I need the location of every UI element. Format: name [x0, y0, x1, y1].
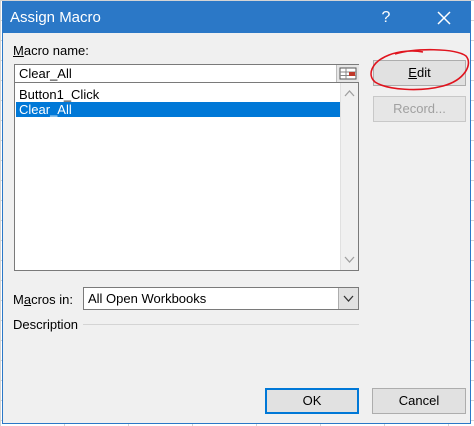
macros-in-label-accel: a	[23, 292, 32, 307]
list-item-selected[interactable]: Clear_All	[16, 102, 340, 117]
edit-button-rest: dit	[416, 65, 431, 80]
assign-macro-dialog: Assign Macro ? Macro name: Button1_Click…	[2, 1, 471, 424]
close-icon	[437, 11, 451, 25]
cancel-button[interactable]: Cancel	[372, 388, 466, 414]
macros-in-select[interactable]: All Open Workbooks	[83, 287, 359, 310]
title-bar[interactable]: Assign Macro ?	[3, 2, 470, 33]
close-button[interactable]	[433, 6, 455, 30]
scroll-down-arrow-icon[interactable]	[341, 251, 358, 268]
help-button[interactable]: ?	[375, 7, 397, 29]
scroll-up-arrow-icon[interactable]	[341, 85, 358, 102]
description-label: Description	[13, 317, 79, 332]
description-divider	[83, 324, 359, 325]
macros-in-value: All Open Workbooks	[88, 291, 207, 306]
macro-name-label-accel: M	[13, 43, 24, 58]
range-picker-icon	[339, 67, 357, 80]
list-scrollbar[interactable]	[340, 83, 358, 270]
macros-in-label: Macros in:	[13, 292, 73, 307]
macro-name-label-rest: acro name:	[23, 43, 89, 58]
edit-button[interactable]: Edit	[373, 60, 466, 86]
chevron-down-icon	[343, 295, 354, 302]
macros-in-label-rest: cros in:	[31, 292, 73, 307]
edit-button-accel: E	[408, 65, 417, 80]
ok-button[interactable]: OK	[265, 388, 359, 414]
macro-name-input[interactable]	[14, 64, 359, 83]
dialog-title: Assign Macro	[10, 9, 101, 26]
macro-name-label: Macro name:	[13, 43, 89, 58]
macros-in-label-pre: M	[13, 292, 24, 307]
list-item[interactable]: Button1_Click	[16, 87, 340, 102]
macros-in-dropdown-button[interactable]	[338, 288, 358, 309]
range-picker-button[interactable]	[336, 65, 359, 82]
macro-list[interactable]: Button1_Click Clear_All	[14, 83, 359, 271]
record-button[interactable]: Record...	[373, 96, 466, 122]
